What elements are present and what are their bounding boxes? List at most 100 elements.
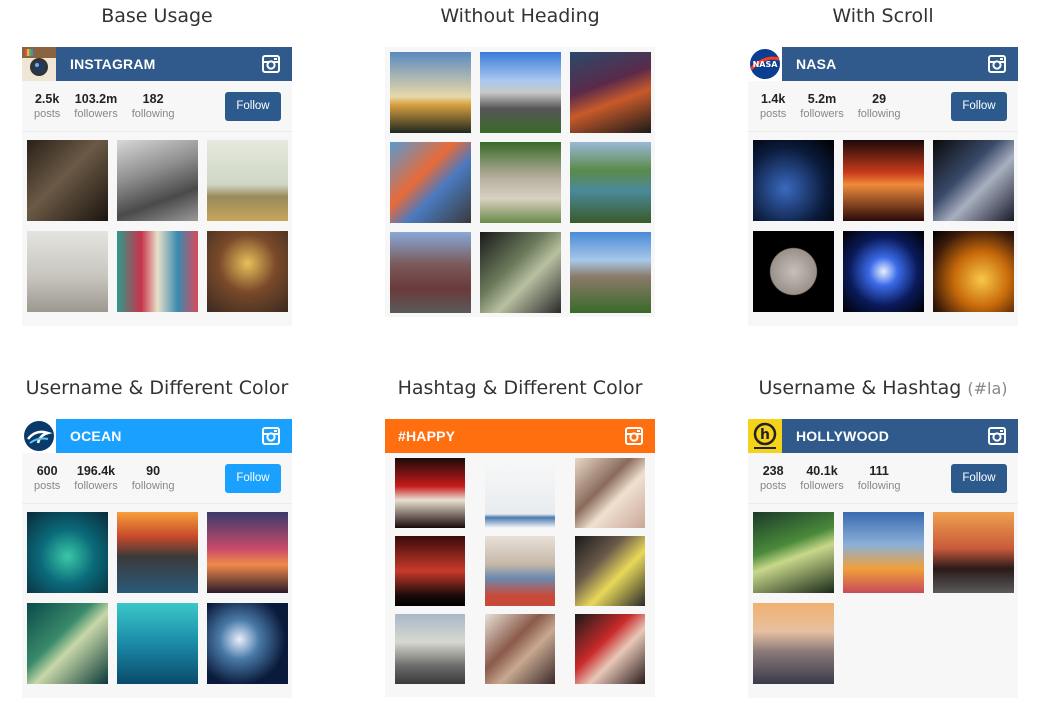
- photo-thumbnail[interactable]: [27, 603, 108, 684]
- widget-header[interactable]: NASA NASA: [748, 47, 1018, 81]
- widget-header[interactable]: OCEAN: [22, 419, 292, 453]
- widget-username[interactable]: OCEAN: [70, 428, 122, 444]
- widget-stats: 600 posts 196.4k followers 90 following Fol…: [22, 453, 292, 504]
- following-stat: 111 following: [858, 464, 901, 493]
- svg-text:NASA: NASA: [753, 60, 779, 69]
- photo-thumbnail[interactable]: [117, 512, 198, 593]
- widget-username[interactable]: NASA: [796, 56, 836, 72]
- photo-thumbnail[interactable]: [395, 458, 465, 528]
- photo-grid: [385, 453, 655, 697]
- widget-username[interactable]: INSTAGRAM: [70, 56, 156, 72]
- instagram-logo-icon[interactable]: [22, 47, 56, 81]
- photo-thumbnail[interactable]: [395, 536, 465, 606]
- widget-header[interactable]: INSTAGRAM: [22, 47, 292, 81]
- posts-label: posts: [760, 107, 787, 120]
- photo-thumbnail[interactable]: [390, 52, 471, 133]
- followers-stat: 196.4k followers: [74, 464, 117, 493]
- photo-thumbnail[interactable]: [27, 140, 108, 221]
- photo-thumbnail[interactable]: [27, 512, 108, 593]
- instagram-icon[interactable]: [988, 427, 1006, 445]
- photo-thumbnail[interactable]: [933, 512, 1014, 593]
- follow-button[interactable]: Follow: [225, 463, 281, 493]
- photo-thumbnail[interactable]: [117, 140, 198, 221]
- section-title-hashtag: (#la): [967, 379, 1008, 398]
- photo-thumbnail[interactable]: [570, 232, 651, 313]
- photo-thumbnail[interactable]: [753, 231, 834, 312]
- follow-button[interactable]: Follow: [951, 91, 1007, 121]
- instagram-widget: INSTAGRAM 2.5k posts 103.2m followers 182 f…: [22, 47, 292, 326]
- photo-thumbnail[interactable]: [480, 142, 561, 223]
- followers-count: 103.2m: [74, 91, 118, 106]
- posts-stat: 238 posts: [760, 464, 786, 493]
- posts-count: 238: [762, 463, 784, 478]
- nasa-logo-icon[interactable]: NASA: [748, 47, 782, 81]
- hollywood-logo-icon[interactable]: h: [748, 419, 782, 453]
- posts-stat: 600 posts: [34, 464, 60, 493]
- following-label: following: [857, 479, 901, 492]
- widget-stats: 2.5k posts 103.2m followers 182 following F…: [22, 81, 292, 132]
- instagram-icon[interactable]: [988, 55, 1006, 73]
- photo-thumbnail[interactable]: [485, 458, 555, 528]
- photo-thumbnail[interactable]: [575, 536, 645, 606]
- photo-thumbnail[interactable]: [575, 614, 645, 684]
- widget-stats: 238 posts 40.1k followers 111 following Fol…: [748, 453, 1018, 504]
- posts-count: 1.4k: [760, 91, 786, 106]
- followers-label: followers: [800, 479, 844, 492]
- photo-thumbnail[interactable]: [570, 142, 651, 223]
- photo-thumbnail[interactable]: [570, 52, 651, 133]
- photo-thumbnail[interactable]: [933, 231, 1014, 312]
- widget-header[interactable]: h HOLLYWOOD: [748, 419, 1018, 453]
- photo-grid: [22, 504, 292, 698]
- following-count: 90: [146, 463, 161, 478]
- photo-thumbnail[interactable]: [207, 231, 288, 312]
- following-label: following: [857, 107, 901, 120]
- photo-thumbnail[interactable]: [395, 614, 465, 684]
- photo-thumbnail[interactable]: [480, 232, 561, 313]
- widget-username[interactable]: HOLLYWOOD: [796, 428, 889, 444]
- photo-thumbnail[interactable]: [575, 458, 645, 528]
- posts-stat: 2.5k posts: [34, 92, 60, 121]
- followers-stat: 5.2m followers: [800, 92, 843, 121]
- photo-thumbnail[interactable]: [207, 603, 288, 684]
- instagram-widget: NASA NASA 1.4k posts 5.2m followers 29 foll…: [748, 47, 1018, 326]
- photo-thumbnail[interactable]: [933, 140, 1014, 221]
- demo-with-scroll: With Scroll NASA NASA 1.4k posts 5.2m foll…: [748, 5, 1018, 326]
- widget-header[interactable]: #HAPPY: [385, 419, 655, 453]
- demo-base-usage: Base Usage INSTAGRAM 2.5k posts 103.2m f…: [22, 5, 292, 326]
- instagram-icon[interactable]: [625, 427, 643, 445]
- photo-thumbnail[interactable]: [117, 603, 198, 684]
- posts-label: posts: [34, 479, 61, 492]
- instagram-icon[interactable]: [262, 55, 280, 73]
- followers-stat: 103.2m followers: [74, 92, 117, 121]
- following-label: following: [131, 107, 175, 120]
- instagram-widget: OCEAN 600 posts 196.4k followers 90 followi…: [22, 419, 292, 698]
- photo-thumbnail[interactable]: [480, 52, 561, 133]
- follow-button[interactable]: Follow: [951, 463, 1007, 493]
- photo-thumbnail[interactable]: [753, 603, 834, 684]
- photo-thumbnail[interactable]: [485, 614, 555, 684]
- photo-thumbnail[interactable]: [843, 140, 924, 221]
- photo-thumbnail[interactable]: [207, 140, 288, 221]
- photo-thumbnail[interactable]: [27, 231, 108, 312]
- section-title: Hashtag & Different Color: [397, 377, 643, 399]
- followers-label: followers: [74, 107, 118, 120]
- photo-grid: [22, 132, 292, 326]
- photo-thumbnail[interactable]: [843, 231, 924, 312]
- widget-hashtag[interactable]: #HAPPY: [398, 428, 455, 444]
- following-count: 182: [142, 91, 164, 106]
- section-title: Username & Hashtag (#la): [688, 377, 1045, 399]
- follow-button[interactable]: Follow: [225, 91, 281, 121]
- photo-thumbnail[interactable]: [485, 536, 555, 606]
- photo-thumbnail[interactable]: [753, 140, 834, 221]
- following-stat: 29 following: [858, 92, 901, 121]
- demo-without-heading: Without Heading: [385, 5, 655, 317]
- photo-thumbnail[interactable]: [843, 512, 924, 593]
- photo-thumbnail[interactable]: [390, 142, 471, 223]
- photo-thumbnail[interactable]: [117, 231, 198, 312]
- ocean-logo-icon[interactable]: [22, 419, 56, 453]
- posts-count: 2.5k: [34, 91, 60, 106]
- instagram-icon[interactable]: [262, 427, 280, 445]
- photo-thumbnail[interactable]: [390, 232, 471, 313]
- photo-thumbnail[interactable]: [207, 512, 288, 593]
- photo-thumbnail[interactable]: [753, 512, 834, 593]
